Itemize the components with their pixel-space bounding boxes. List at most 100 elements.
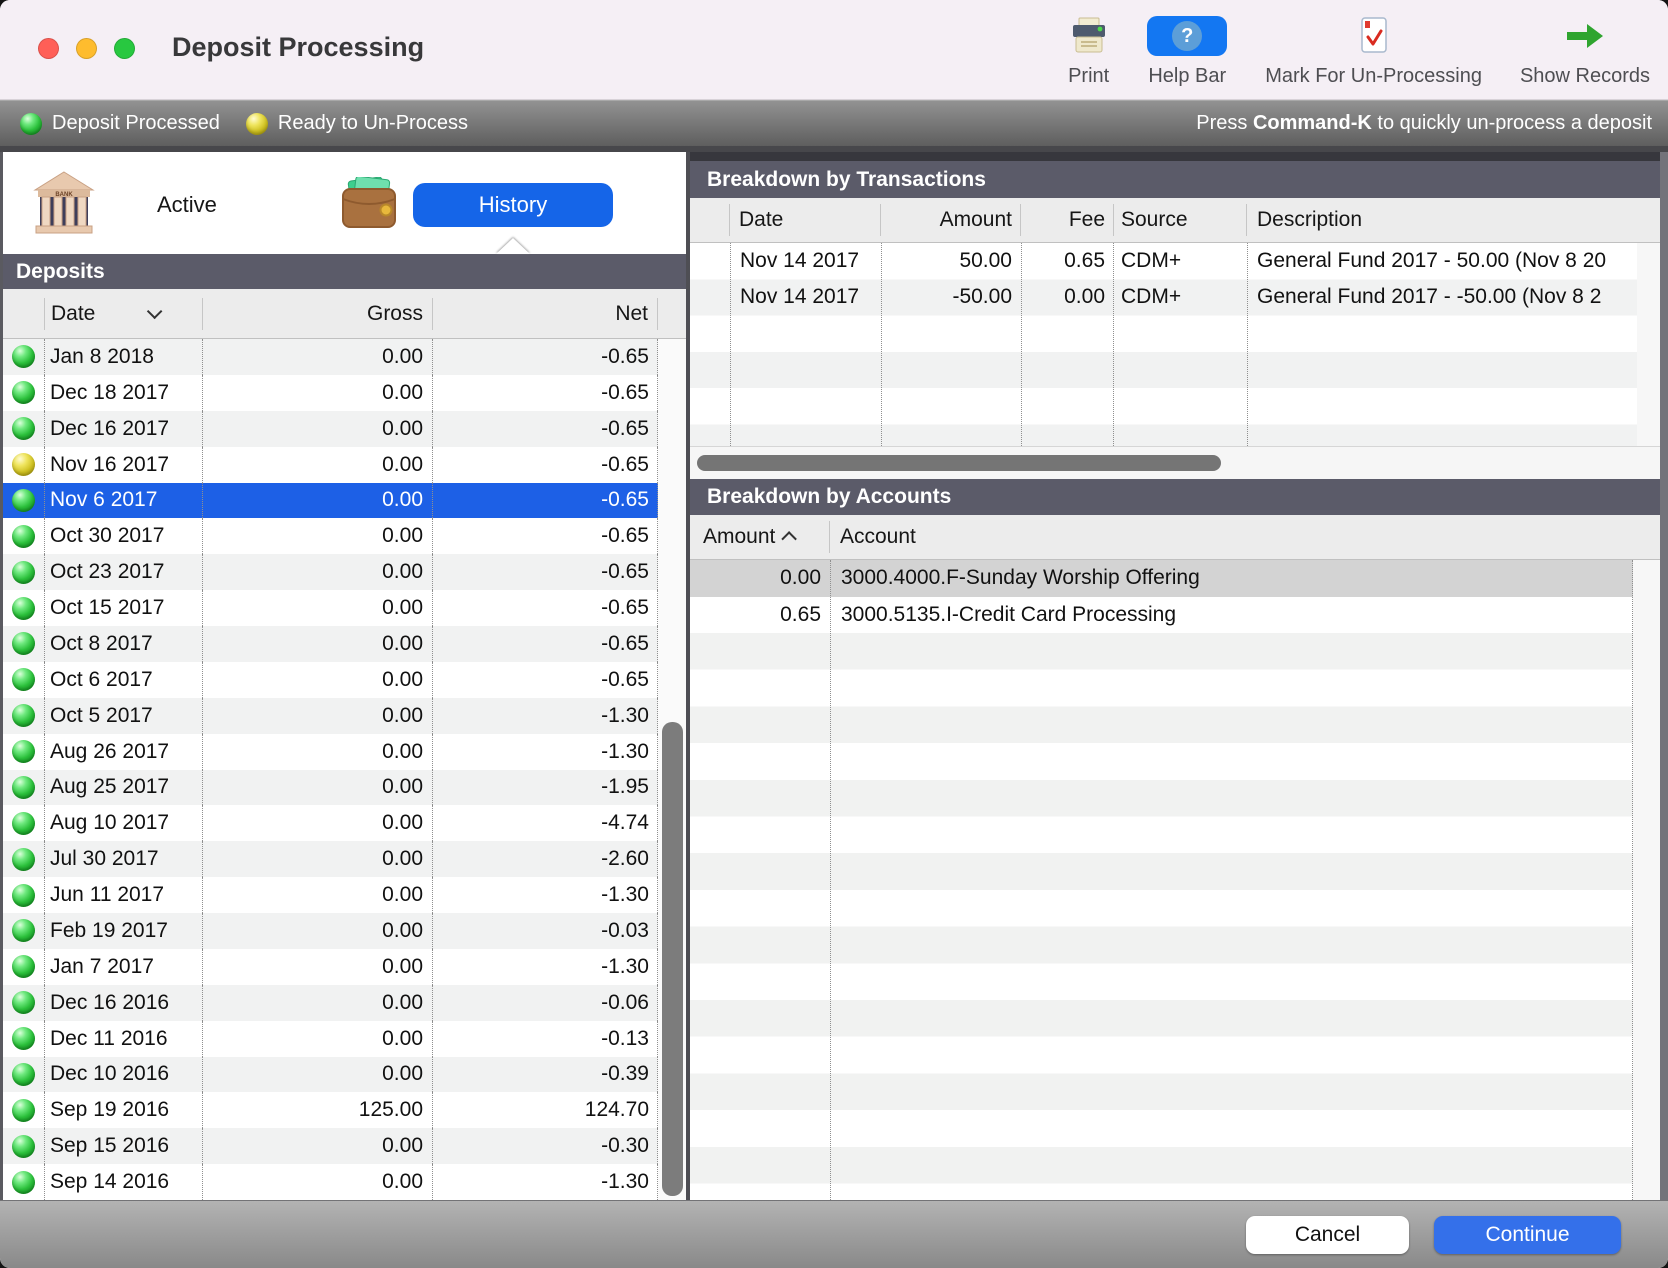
deposit-row[interactable]: Oct 23 20170.00-0.65 [3, 554, 658, 590]
transactions-date-column-header[interactable]: Date [730, 204, 881, 236]
deposit-row[interactable]: Oct 8 20170.00-0.65 [3, 626, 658, 662]
status-legend: Deposit Processed Ready to Un-Process [20, 112, 480, 135]
green-status-icon [12, 417, 35, 440]
account-row[interactable]: 0.653000.5135.I-Credit Card Processing [690, 597, 1633, 634]
deposit-net: -0.65 [433, 518, 658, 554]
view-tabs: BANK Active [3, 152, 689, 254]
account-name: 3000.4000.F-Sunday Worship Offering [830, 560, 1633, 597]
deposits-date-column-header[interactable]: Date [45, 298, 203, 330]
account-row[interactable]: 0.003000.4000.F-Sunday Worship Offering [690, 560, 1633, 597]
deposit-status-cell [3, 1021, 45, 1057]
deposit-date: Feb 19 2017 [45, 913, 203, 949]
transactions-hscrollbar-thumb[interactable] [697, 455, 1221, 471]
print-button[interactable]: Print [1068, 14, 1109, 88]
show-records-button[interactable]: Show Records [1520, 14, 1650, 88]
deposit-row[interactable]: Aug 10 20170.00-4.74 [3, 805, 658, 841]
column-separator [1247, 243, 1248, 446]
deposit-status-cell [3, 590, 45, 626]
deposits-table: Jan 8 20180.00-0.65Dec 18 20170.00-0.65D… [3, 339, 658, 1200]
transaction-row[interactable]: Nov 14 2017-50.000.00CDM+General Fund 20… [690, 279, 1637, 315]
column-separator [730, 243, 731, 446]
deposit-row[interactable]: Jun 11 20170.00-1.30 [3, 877, 658, 913]
deposit-row[interactable]: Jan 7 20170.00-1.30 [3, 949, 658, 985]
deposit-gross: 0.00 [203, 1164, 433, 1200]
deposit-row[interactable]: Dec 10 20160.00-0.39 [3, 1057, 658, 1093]
transaction-source: CDM+ [1113, 243, 1247, 279]
tab-history[interactable]: History [339, 166, 629, 244]
mark-for-unprocessing-button[interactable]: Mark For Un-Processing [1265, 14, 1482, 88]
green-status-icon [12, 1063, 35, 1086]
accounts-right-gutter [1633, 560, 1660, 1200]
green-status-icon [12, 955, 35, 978]
deposit-row[interactable]: Nov 6 20170.00-0.65 [3, 483, 658, 519]
cancel-button[interactable]: Cancel [1246, 1216, 1409, 1254]
deposit-row[interactable]: Sep 19 2016125.00124.70 [3, 1092, 658, 1128]
deposit-status-cell [3, 375, 45, 411]
deposit-net: -0.65 [433, 590, 658, 626]
help-bar-button[interactable]: ? Help Bar [1147, 14, 1227, 88]
deposit-row[interactable]: Aug 26 20170.00-1.30 [3, 734, 658, 770]
chevron-up-icon [782, 531, 798, 547]
deposit-row[interactable]: Oct 5 20170.00-1.30 [3, 698, 658, 734]
deposits-scrollbar-thumb[interactable] [662, 722, 683, 1196]
deposit-net: -0.65 [433, 554, 658, 590]
deposit-date: Nov 6 2017 [45, 483, 203, 519]
deposit-row[interactable]: Jan 8 20180.00-0.65 [3, 339, 658, 375]
deposit-net: -1.30 [433, 1164, 658, 1200]
deposit-gross: 0.00 [203, 734, 433, 770]
deposit-row[interactable]: Sep 14 20160.00-1.30 [3, 1164, 658, 1200]
deposit-net: -0.39 [433, 1057, 658, 1093]
deposit-row[interactable]: Oct 15 20170.00-0.65 [3, 590, 658, 626]
deposit-row[interactable]: Dec 18 20170.00-0.65 [3, 375, 658, 411]
deposit-date: Oct 23 2017 [45, 554, 203, 590]
deposit-net: -1.95 [433, 770, 658, 806]
transactions-fee-column-header[interactable]: Fee [1021, 204, 1113, 236]
legend-processed: Deposit Processed [20, 112, 220, 135]
close-window-icon[interactable] [38, 38, 59, 59]
deposits-net-column-header[interactable]: Net [433, 298, 658, 330]
deposit-status-cell [3, 1164, 45, 1200]
continue-button[interactable]: Continue [1434, 1216, 1621, 1254]
minimize-window-icon[interactable] [76, 38, 97, 59]
deposit-date: Aug 10 2017 [45, 805, 203, 841]
deposit-gross: 0.00 [203, 1057, 433, 1093]
transactions-hscrollbar-track[interactable] [690, 446, 1660, 479]
deposit-net: -0.65 [433, 626, 658, 662]
zoom-window-icon[interactable] [114, 38, 135, 59]
deposit-row[interactable]: Jul 30 20170.00-2.60 [3, 841, 658, 877]
deposit-status-cell [3, 626, 45, 662]
green-status-icon [12, 561, 35, 584]
deposits-gross-column-header[interactable]: Gross [203, 298, 433, 330]
deposit-net: -0.65 [433, 375, 658, 411]
tab-active[interactable]: BANK Active [33, 166, 333, 244]
deposits-scrollbar-track[interactable] [658, 339, 689, 1200]
deposit-gross: 0.00 [203, 375, 433, 411]
accounts-amount-column-header[interactable]: Amount [690, 521, 830, 553]
deposit-row[interactable]: Dec 16 20170.00-0.65 [3, 411, 658, 447]
deposits-column-header: Date Gross Net [3, 289, 689, 339]
deposit-row[interactable]: Oct 30 20170.00-0.65 [3, 518, 658, 554]
deposit-processing-window: Deposit Processing Print ? [0, 0, 1668, 1268]
deposit-date: Oct 8 2017 [45, 626, 203, 662]
transaction-row[interactable]: Nov 14 201750.000.65CDM+General Fund 201… [690, 243, 1637, 279]
transactions-column-header: Date Amount Fee Source Description [690, 198, 1660, 243]
deposit-row[interactable]: Dec 16 20160.00-0.06 [3, 985, 658, 1021]
green-status-icon [12, 381, 35, 404]
deposit-status-cell [3, 339, 45, 375]
deposit-row[interactable]: Nov 16 20170.00-0.65 [3, 447, 658, 483]
deposit-gross: 0.00 [203, 877, 433, 913]
accounts-account-column-header[interactable]: Account [830, 521, 1660, 553]
deposit-row[interactable]: Sep 15 20160.00-0.30 [3, 1128, 658, 1164]
green-status-icon [12, 919, 35, 942]
transactions-description-column-header[interactable]: Description [1247, 204, 1660, 236]
deposit-row[interactable]: Aug 25 20170.00-1.95 [3, 770, 658, 806]
deposit-row[interactable]: Dec 11 20160.00-0.13 [3, 1021, 658, 1057]
content-area: BANK Active [0, 152, 1668, 1200]
deposit-row[interactable]: Oct 6 20170.00-0.65 [3, 662, 658, 698]
bank-icon: BANK [33, 170, 95, 241]
deposit-date: Jul 30 2017 [45, 841, 203, 877]
transactions-source-column-header[interactable]: Source [1113, 204, 1247, 236]
transaction-fee: 0.65 [1021, 243, 1113, 279]
deposit-row[interactable]: Feb 19 20170.00-0.03 [3, 913, 658, 949]
transactions-amount-column-header[interactable]: Amount [881, 204, 1021, 236]
